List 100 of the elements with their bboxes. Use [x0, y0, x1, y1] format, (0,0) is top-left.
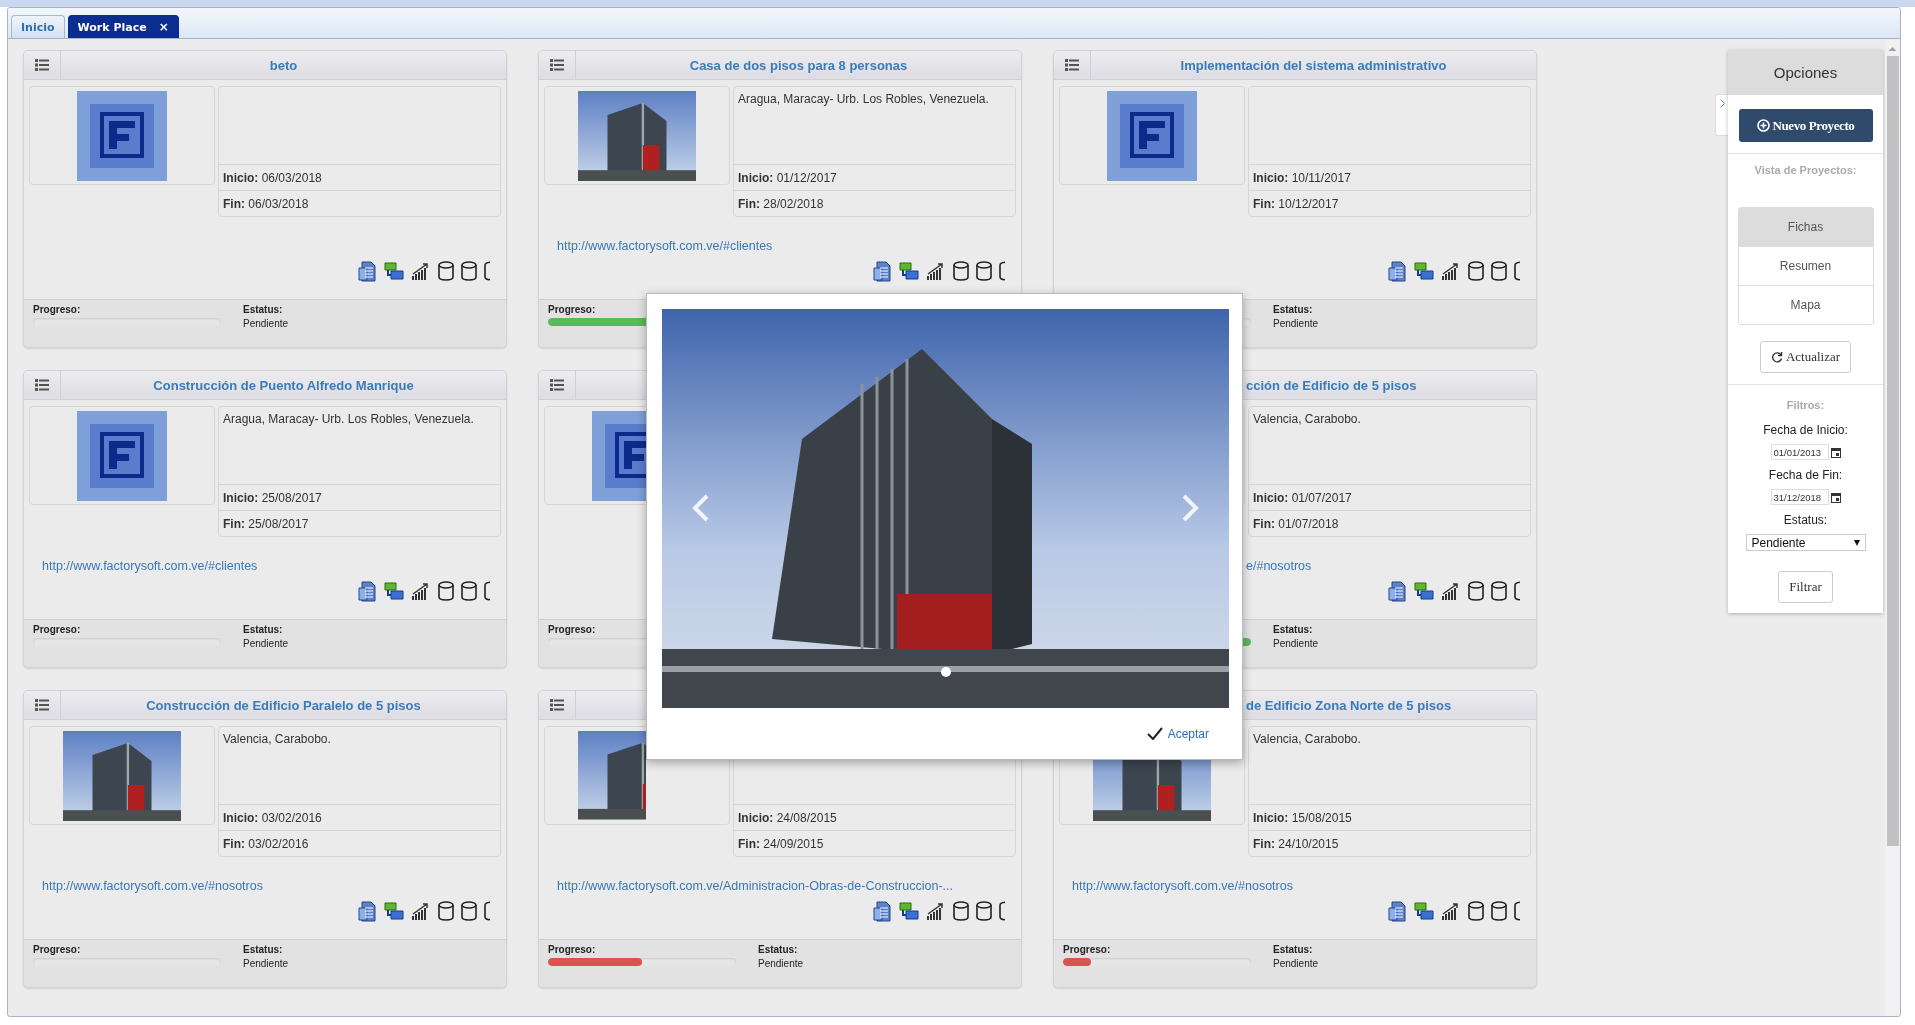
- transfer-icon[interactable]: [1413, 900, 1435, 922]
- progress-label: Progreso:: [548, 624, 596, 635]
- end-date: Fin: 03/02/2016: [223, 836, 309, 851]
- document-icon[interactable]: [1386, 580, 1408, 602]
- end-date: Fin: 06/03/2018: [223, 196, 309, 211]
- start-date: Inicio: 25/08/2017: [223, 490, 322, 505]
- card-title: Casa de dos pisos para 8 personas: [689, 58, 908, 73]
- start-date: Inicio: 06/03/2018: [223, 170, 322, 185]
- tab[interactable]: Inicio: [11, 15, 65, 38]
- filter-button[interactable]: Filtrar: [1778, 571, 1833, 603]
- project-link[interactable]: http://www.factorysoft.com.ve/#clientes: [557, 239, 773, 253]
- project-link[interactable]: http://www.factorysoft.com.ve/#nosotros: [42, 879, 263, 893]
- start-date: Inicio: 01/07/2017: [1253, 490, 1352, 505]
- card-title: Construcción de Edificio Paralelo de 5 pisos: [146, 698, 421, 713]
- transfer-icon[interactable]: [383, 260, 405, 282]
- start-date: Inicio: 24/08/2015: [738, 810, 837, 825]
- field-label: Estatus:: [1783, 513, 1828, 527]
- caret-icon: [1853, 539, 1860, 546]
- document-icon[interactable]: [356, 580, 378, 602]
- status-label: Estatus:: [1273, 944, 1314, 955]
- end-date: Fin: 25/08/2017: [223, 516, 309, 531]
- list-icon[interactable]: [550, 699, 564, 711]
- status-label: Estatus:: [1273, 304, 1314, 315]
- status-value: Pendiente: [243, 638, 289, 649]
- document-icon[interactable]: [356, 900, 378, 922]
- transfer-icon[interactable]: [383, 900, 405, 922]
- end-date: Fin: 01/07/2018: [1253, 516, 1339, 531]
- refresh-icon: [1770, 351, 1783, 363]
- view-option[interactable]: Resumen: [1738, 246, 1873, 285]
- end-date-field[interactable]: 31/12/2018: [1770, 489, 1829, 505]
- close-icon[interactable]: ×: [158, 20, 169, 34]
- status-label: Estatus:: [1273, 624, 1314, 635]
- progress-label: Progreso:: [548, 304, 596, 315]
- list-icon[interactable]: [550, 59, 564, 71]
- start-date-field[interactable]: 01/01/2013: [1770, 444, 1829, 460]
- card-title: de Edificio Zona Norte de 5 pisos: [1246, 698, 1452, 713]
- start-date: Inicio: 03/02/2016: [223, 810, 322, 825]
- status-select[interactable]: Pendiente: [1745, 534, 1866, 551]
- logo-icon: [1107, 90, 1197, 181]
- document-icon[interactable]: [871, 900, 893, 922]
- document-icon[interactable]: [1386, 900, 1408, 922]
- progress-label: Progreso:: [33, 944, 81, 955]
- progress-label: Progreso:: [1063, 944, 1111, 955]
- logo-icon: [592, 410, 646, 501]
- list-icon[interactable]: [1065, 59, 1079, 71]
- accept-button[interactable]: Aceptar: [1142, 724, 1213, 743]
- view-option[interactable]: Fichas: [1738, 208, 1873, 246]
- new-project-button[interactable]: Nuevo Proyecto: [1738, 109, 1873, 142]
- start-date: Inicio: 15/08/2015: [1253, 810, 1352, 825]
- location-text: Aragua, Maracay- Urb. Los Robles, Venezuela.: [223, 412, 474, 426]
- logo-icon: [77, 90, 167, 181]
- end-date: Fin: 24/10/2015: [1253, 836, 1339, 851]
- project-link[interactable]: http://www.factorysoft.com.ve/Administracion-Obras-de-Construccion-...: [557, 879, 953, 893]
- location-text: Aragua, Maracay- Urb. Los Robles, Venezuela.: [738, 92, 989, 106]
- transfer-icon[interactable]: [383, 580, 405, 602]
- calendar-icon[interactable]: [1830, 491, 1841, 503]
- section-label: Vista de Proyectos:: [1754, 164, 1857, 176]
- project-link[interactable]: http://www.factorysoft.com.ve/#clientes: [42, 559, 258, 573]
- status-value: Pendiente: [1273, 638, 1319, 649]
- card-title: cción de Edificio de 5 pisos: [1246, 378, 1417, 393]
- start-date: Inicio: 01/12/2017: [738, 170, 837, 185]
- tab[interactable]: Work Place ×: [67, 15, 179, 38]
- status-label: Estatus:: [243, 304, 284, 315]
- scrollbar-thumb[interactable]: [1886, 56, 1899, 846]
- status-value: Pendiente: [243, 318, 289, 329]
- card-title: Implementación del sistema administrativo: [1180, 58, 1447, 73]
- location-text: Valencia, Carabobo.: [223, 732, 331, 746]
- logo-icon: [77, 410, 167, 501]
- list-icon[interactable]: [35, 59, 49, 71]
- field-label: Fecha de Fin:: [1768, 468, 1843, 482]
- list-icon[interactable]: [35, 379, 49, 391]
- carousel-dot[interactable]: [941, 667, 951, 677]
- document-icon[interactable]: [1386, 260, 1408, 282]
- transfer-icon[interactable]: [898, 900, 920, 922]
- chevron-right-icon: [1719, 99, 1725, 108]
- transfer-icon[interactable]: [1413, 580, 1435, 602]
- refresh-button[interactable]: Actualizar: [1759, 341, 1852, 373]
- card-title: Construcción de Puento Alfredo Manrique: [153, 378, 414, 393]
- transfer-icon[interactable]: [898, 260, 920, 282]
- project-link[interactable]: e/#nosotros: [1246, 559, 1312, 573]
- list-icon[interactable]: [550, 379, 564, 391]
- status-label: Estatus:: [243, 624, 284, 635]
- progress-label: Progreso:: [548, 944, 596, 955]
- document-icon[interactable]: [871, 260, 893, 282]
- location-text: Valencia, Carabobo.: [1253, 732, 1361, 746]
- transfer-icon[interactable]: [1413, 260, 1435, 282]
- field-label: Fecha de Inicio:: [1763, 423, 1848, 437]
- status-value: Pendiente: [1273, 318, 1319, 329]
- list-icon[interactable]: [35, 699, 49, 711]
- view-option[interactable]: Mapa: [1738, 285, 1873, 324]
- section-label: Filtros:: [1786, 399, 1825, 411]
- panel-toggle[interactable]: [1715, 94, 1728, 136]
- project-link[interactable]: http://www.factorysoft.com.ve/#nosotros: [1072, 879, 1293, 893]
- status-label: Estatus:: [758, 944, 799, 955]
- calendar-icon[interactable]: [1830, 446, 1841, 458]
- status-value: Pendiente: [1273, 958, 1319, 969]
- end-date: Fin: 28/02/2018: [738, 196, 824, 211]
- card-title: beto: [269, 58, 298, 73]
- check-icon: [1146, 727, 1163, 740]
- document-icon[interactable]: [356, 260, 378, 282]
